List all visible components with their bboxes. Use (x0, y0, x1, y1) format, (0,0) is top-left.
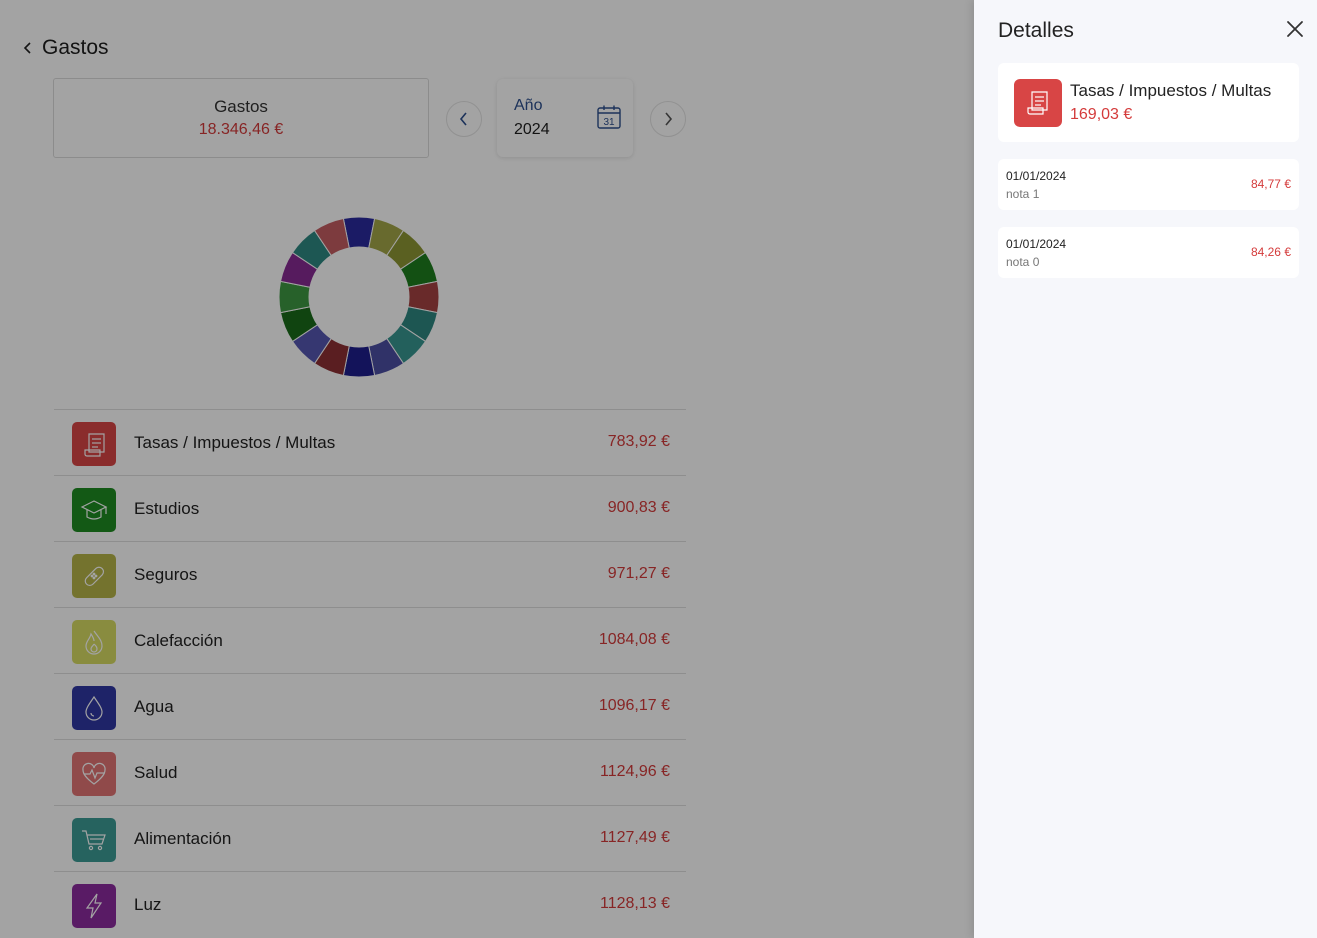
selected-category-amount: 169,03 € (1070, 106, 1133, 123)
expense-entry[interactable]: 01/01/2024 nota 0 84,26 € (998, 227, 1299, 278)
entry-date: 01/01/2024 (1006, 237, 1067, 251)
entry-note: nota 0 (1006, 255, 1040, 269)
panel-title: Detalles (998, 19, 1074, 42)
receipt-icon (1014, 79, 1062, 127)
entry-amount: 84,77 € (1250, 177, 1291, 191)
entry-note: nota 1 (1006, 187, 1040, 201)
selected-category-name: Tasas / Impuestos / Multas (1070, 81, 1272, 100)
details-panel: Detalles Tasas / Impuestos / Multas 169,… (974, 0, 1317, 938)
selected-category-card: Tasas / Impuestos / Multas 169,03 € (998, 63, 1299, 142)
entry-amount: 84,26 € (1250, 245, 1291, 259)
close-icon[interactable] (1284, 18, 1306, 40)
expense-entry[interactable]: 01/01/2024 nota 1 84,77 € (998, 159, 1299, 210)
entry-date: 01/01/2024 (1006, 169, 1067, 183)
